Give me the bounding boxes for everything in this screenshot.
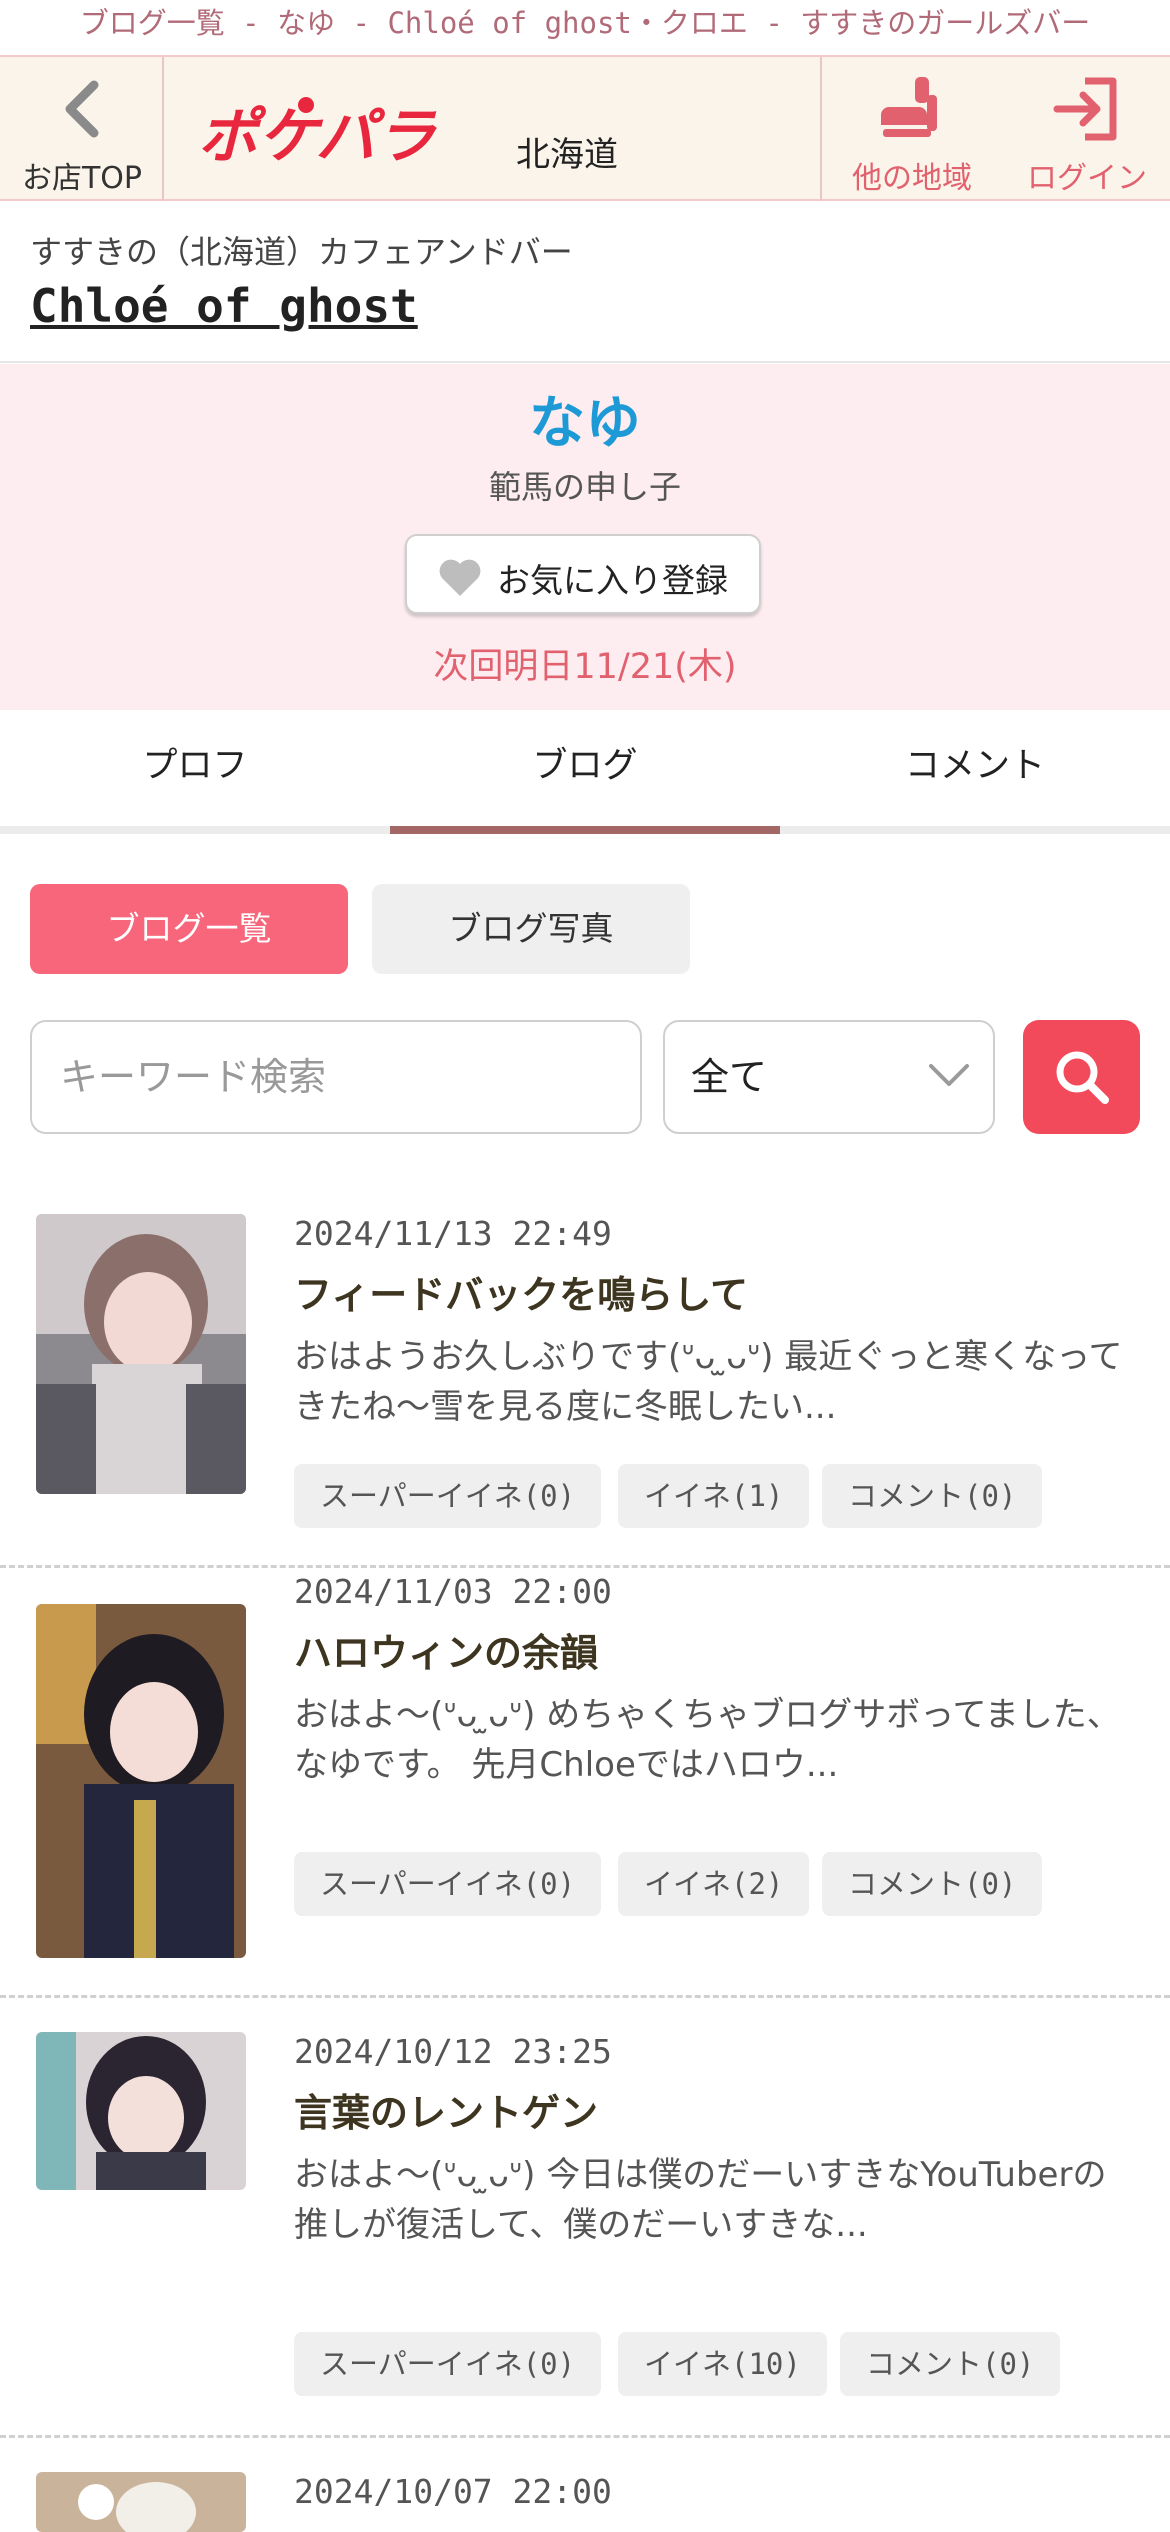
shop-name-link[interactable]: Chloé of ghost	[30, 279, 418, 333]
pokepara-logo[interactable]: ポケパラ	[196, 95, 486, 175]
blog-post-item[interactable]: 2024/10/07 22:00	[0, 2438, 1170, 2532]
heart-icon	[439, 559, 481, 596]
super-like-button[interactable]: スーパーイイネ(0)	[294, 1464, 602, 1528]
favorite-label: お気に入り登録	[497, 561, 728, 600]
comment-button[interactable]: コメント(0)	[822, 1464, 1043, 1528]
post-thumbnail[interactable]	[36, 1604, 246, 1958]
post-date: 2024/10/07 22:00	[294, 2472, 612, 2511]
post-title[interactable]: ハロウィンの余韻	[294, 1622, 598, 1677]
blog-post-item[interactable]: 2024/11/03 22:00 ハロウィンの余韻 おはよ〜(ᐡᴗ ̫ᴗᐡ) め…	[0, 1568, 1170, 1998]
chevron-down-icon	[929, 1064, 969, 1086]
like-button[interactable]: イイネ(10)	[618, 2332, 827, 2396]
cast-profile: なゆ 範馬の申し子 お気に入り登録 次回明日11/21(木)	[0, 364, 1170, 710]
post-date: 2024/10/12 23:25	[294, 2032, 612, 2071]
search-button[interactable]	[1023, 1020, 1140, 1134]
tab-comments[interactable]: コメント	[780, 710, 1170, 826]
keyword-search-input[interactable]: キーワード検索	[30, 1020, 642, 1134]
post-title[interactable]: 言葉のレントゲン	[294, 2082, 598, 2137]
comment-button[interactable]: コメント(0)	[840, 2332, 1061, 2396]
post-thumbnail[interactable]	[36, 2472, 246, 2532]
post-excerpt: おはようお久しぶりです(ᐡᴗ ̫ᴗᐡ) 最近ぐっと寒くなってきたね〜雪を見る度に…	[294, 1337, 1123, 1427]
post-thumbnail[interactable]	[36, 2032, 246, 2190]
other-region-label: 他の地域	[852, 161, 972, 196]
post-date: 2024/11/03 22:00	[294, 1572, 612, 1611]
page-caption: ブログ一覧 - なゆ - Chloé of ghost・クロエ - すすきのガー…	[79, 6, 1091, 40]
shop-top-button[interactable]: お店TOP	[0, 57, 164, 201]
like-button[interactable]: イイネ(2)	[618, 1852, 810, 1916]
post-title[interactable]: フィードバックを鳴らして	[294, 1264, 748, 1319]
shop-info: すすきの（北海道）カフェアンドバー Chloé of ghost	[0, 201, 1170, 363]
next-shift: 次回明日11/21(木)	[433, 647, 737, 687]
blog-photos-button[interactable]: ブログ写真	[372, 884, 690, 974]
cast-name: なゆ	[529, 391, 641, 456]
search-icon	[1056, 1051, 1109, 1104]
blog-list-button[interactable]: ブログ一覧	[30, 884, 348, 974]
post-excerpt: おはよ〜(ᐡᴗ ̫ᴗᐡ) 今日は僕のだーいすきなYouTuberの推しが復活して…	[294, 2155, 1107, 2245]
super-like-button[interactable]: スーパーイイネ(0)	[294, 2332, 602, 2396]
login-label: ログイン	[1027, 161, 1147, 196]
favorite-button[interactable]: お気に入り登録	[405, 534, 761, 614]
site-header: お店TOP ポケパラ 北海道 他の地域 ログイン	[0, 55, 1170, 201]
filter-select[interactable]: 全て	[663, 1020, 995, 1134]
like-button[interactable]: イイネ(1)	[618, 1464, 810, 1528]
post-thumbnail[interactable]	[36, 1214, 246, 1494]
shop-subtitle: すすきの（北海道）カフェアンドバー	[30, 233, 573, 271]
blog-post-item[interactable]: 2024/11/13 22:49 フィードバックを鳴らして おはようお久しぶりで…	[0, 1170, 1170, 1568]
seat-icon	[881, 77, 937, 137]
login-icon	[1053, 77, 1117, 141]
post-excerpt: おはよ〜(ᐡᴗ ̫ᴗᐡ) めちゃくちゃブログサボってました、なゆです。 先月Ch…	[294, 1695, 1121, 1785]
header-actions: 他の地域 ログイン	[820, 57, 1170, 201]
profile-tabs: プロフ ブログ コメント	[0, 710, 1170, 834]
region-label: 北海道	[516, 135, 618, 175]
svg-text:ポケパラ: ポケパラ	[198, 102, 438, 172]
login-button[interactable]: ログイン	[1007, 57, 1167, 201]
other-region-button[interactable]: 他の地域	[832, 57, 992, 201]
post-date: 2024/11/13 22:49	[294, 1214, 612, 1253]
tab-blog[interactable]: ブログ	[390, 710, 780, 834]
chevron-left-icon	[65, 80, 99, 138]
tab-profile[interactable]: プロフ	[0, 710, 390, 826]
filter-value: 全て	[691, 1055, 768, 1099]
cast-tagline: 範馬の申し子	[488, 468, 681, 506]
shop-top-label: お店TOP	[21, 161, 143, 196]
super-like-button[interactable]: スーパーイイネ(0)	[294, 1852, 602, 1916]
blog-post-item[interactable]: 2024/10/12 23:25 言葉のレントゲン おはよ〜(ᐡᴗ ̫ᴗᐡ) 今…	[0, 1998, 1170, 2438]
comment-button[interactable]: コメント(0)	[822, 1852, 1043, 1916]
